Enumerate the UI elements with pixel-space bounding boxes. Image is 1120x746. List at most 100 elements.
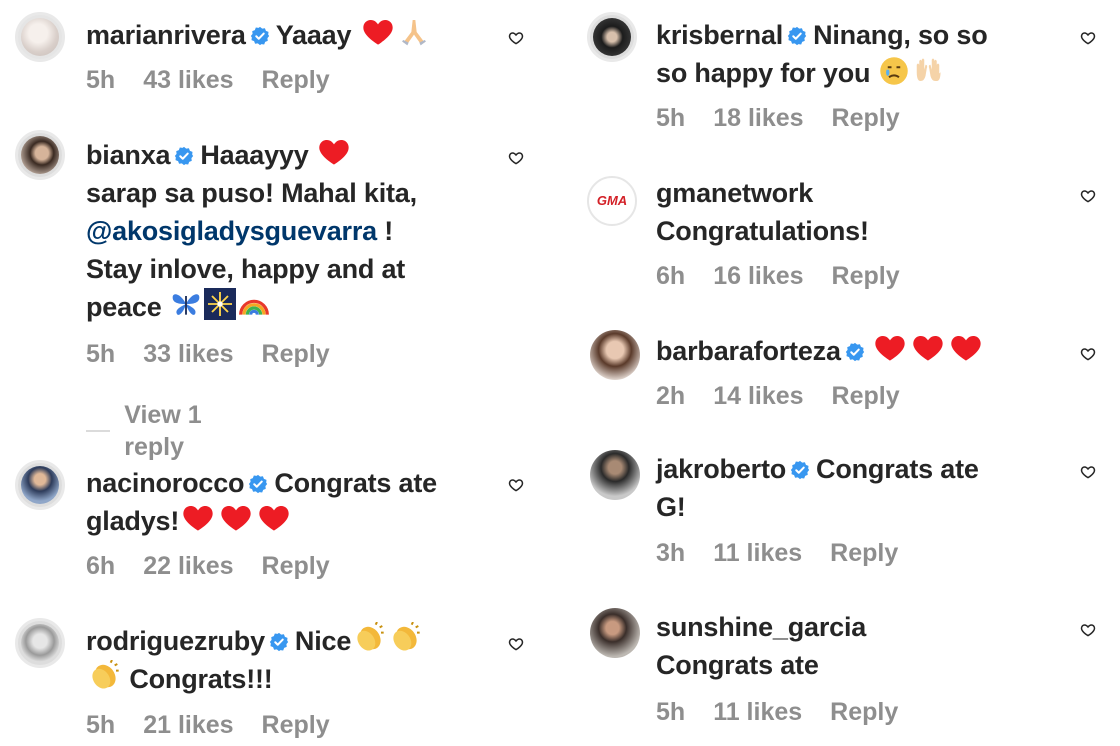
reply-button[interactable]: Reply	[832, 380, 900, 412]
avatar[interactable]	[15, 12, 65, 62]
comment-body: sunshine_garcia Congrats ate	[656, 608, 1076, 684]
comment-text: !	[376, 216, 394, 246]
avatar[interactable]	[587, 12, 637, 62]
avatar[interactable]	[15, 460, 65, 510]
username-link[interactable]: krisbernal	[656, 20, 783, 50]
timestamp: 5h	[656, 698, 686, 726]
likes-count[interactable]: 33 likes	[143, 338, 233, 370]
comment-text: Nice	[294, 626, 352, 656]
butterfly-emoji	[169, 288, 203, 320]
heart-outline-icon[interactable]	[1080, 30, 1096, 46]
red-heart-emoji	[909, 332, 947, 364]
likes-count[interactable]: 21 likes	[143, 709, 233, 741]
likes-count[interactable]: 14 likes	[713, 380, 803, 412]
likes-count[interactable]: 22 likes	[143, 550, 233, 582]
avatar[interactable]	[590, 330, 640, 380]
comment-text: gladys!	[86, 506, 180, 536]
reply-button[interactable]: Reply	[262, 709, 330, 741]
crying-face-emoji	[878, 56, 910, 86]
comment-body: jakroberto Congrats ate G!	[656, 450, 1076, 526]
likes-count[interactable]: 11 likes	[713, 537, 802, 569]
mention-link[interactable]: @akosigladysguevarra	[86, 216, 377, 246]
username-link[interactable]: barbaraforteza	[656, 336, 841, 366]
comment-text: G!	[656, 492, 686, 522]
red-heart-emoji	[359, 16, 397, 48]
avatar[interactable]: GMA	[587, 176, 637, 226]
fireworks-emoji	[203, 288, 237, 320]
comment-body: nacinorocco Congrats ate gladys!	[86, 464, 506, 540]
comment-body: rodriguezruby Nice Congrats!!!	[86, 622, 506, 698]
clapping-hands-emoji	[387, 622, 423, 654]
avatar[interactable]	[590, 608, 640, 658]
username-link[interactable]: rodriguezruby	[86, 626, 265, 656]
avatar[interactable]	[590, 450, 640, 500]
comment-meta: 6h 22 likes Reply	[86, 550, 330, 582]
verified-badge-icon	[269, 632, 289, 652]
verified-badge-icon	[790, 460, 810, 480]
comment-body: krisbernal Ninang, so so so happy for you	[656, 16, 1076, 92]
red-heart-emoji	[179, 502, 217, 534]
verified-badge-icon	[174, 146, 194, 166]
comment-text: Ninang, so so	[813, 20, 988, 50]
red-heart-emoji	[316, 136, 352, 168]
rainbow-emoji	[237, 288, 271, 320]
comment-text: Congrats!!!	[129, 664, 273, 694]
likes-count[interactable]: 43 likes	[143, 64, 233, 96]
comment-text: sarap sa puso! Mahal kita,	[86, 178, 417, 208]
comment-text: Congrats ate	[816, 454, 979, 484]
likes-count[interactable]: 18 likes	[713, 102, 803, 134]
reply-button[interactable]: Reply	[832, 260, 900, 292]
username-link[interactable]: gmanetwork	[656, 174, 1076, 212]
comment-text: Stay inlove, happy and at	[86, 254, 406, 284]
heart-outline-icon[interactable]	[508, 636, 524, 652]
praying-hands-emoji	[397, 16, 431, 48]
likes-count[interactable]: 11 likes	[713, 696, 802, 728]
timestamp: 5h	[86, 66, 116, 94]
comment-text: Yaaay	[275, 20, 352, 50]
comment-body: gmanetwork Congratulations!	[656, 174, 1076, 250]
comment-meta: 6h 16 likes Reply	[656, 260, 900, 292]
heart-outline-icon[interactable]	[1080, 188, 1096, 204]
timestamp: 3h	[656, 539, 686, 567]
comment-text: Congrats ate	[274, 468, 437, 498]
reply-button[interactable]: Reply	[262, 338, 330, 370]
comment-meta: 5h 11 likes Reply	[656, 696, 898, 728]
comment-meta: 5h 21 likes Reply	[86, 709, 330, 741]
avatar[interactable]	[15, 618, 65, 668]
reply-button[interactable]: Reply	[262, 550, 330, 582]
comment-body: marianrivera Yaaay	[86, 16, 526, 54]
raised-hands-emoji	[910, 56, 946, 86]
timestamp: 5h	[656, 104, 686, 132]
clapping-hands-emoji	[351, 622, 387, 654]
comment-meta: 5h 18 likes Reply	[656, 102, 900, 134]
reply-button[interactable]: Reply	[262, 64, 330, 96]
heart-outline-icon[interactable]	[508, 30, 524, 46]
gma-logo: GMA	[596, 193, 628, 208]
verified-badge-icon	[845, 342, 865, 362]
timestamp: 6h	[86, 552, 116, 580]
username-link[interactable]: nacinorocco	[86, 468, 245, 498]
heart-outline-icon[interactable]	[1080, 464, 1096, 480]
username-link[interactable]: bianxa	[86, 140, 171, 170]
timestamp: 5h	[86, 340, 116, 368]
heart-outline-icon[interactable]	[1080, 622, 1096, 638]
comment-body: bianxa Haaayyy sarap sa puso! Mahal kita,…	[86, 136, 506, 326]
username-link[interactable]: sunshine_garcia	[656, 608, 1076, 646]
reply-button[interactable]: Reply	[830, 696, 898, 728]
view-replies-button[interactable]: View 1 reply	[86, 399, 204, 463]
reply-button[interactable]: Reply	[832, 102, 900, 134]
username-link[interactable]: marianrivera	[86, 20, 246, 50]
reply-button[interactable]: Reply	[830, 537, 898, 569]
timestamp: 6h	[656, 262, 686, 290]
heart-outline-icon[interactable]	[1080, 346, 1096, 362]
heart-outline-icon[interactable]	[508, 150, 524, 166]
red-heart-emoji	[871, 332, 909, 364]
red-heart-emoji	[255, 502, 293, 534]
avatar[interactable]	[15, 130, 65, 180]
likes-count[interactable]: 16 likes	[713, 260, 803, 292]
comment-text: Congrats ate	[656, 650, 819, 680]
red-heart-emoji	[947, 332, 985, 364]
heart-outline-icon[interactable]	[508, 477, 524, 493]
divider-line	[86, 430, 111, 432]
username-link[interactable]: jakroberto	[656, 454, 786, 484]
